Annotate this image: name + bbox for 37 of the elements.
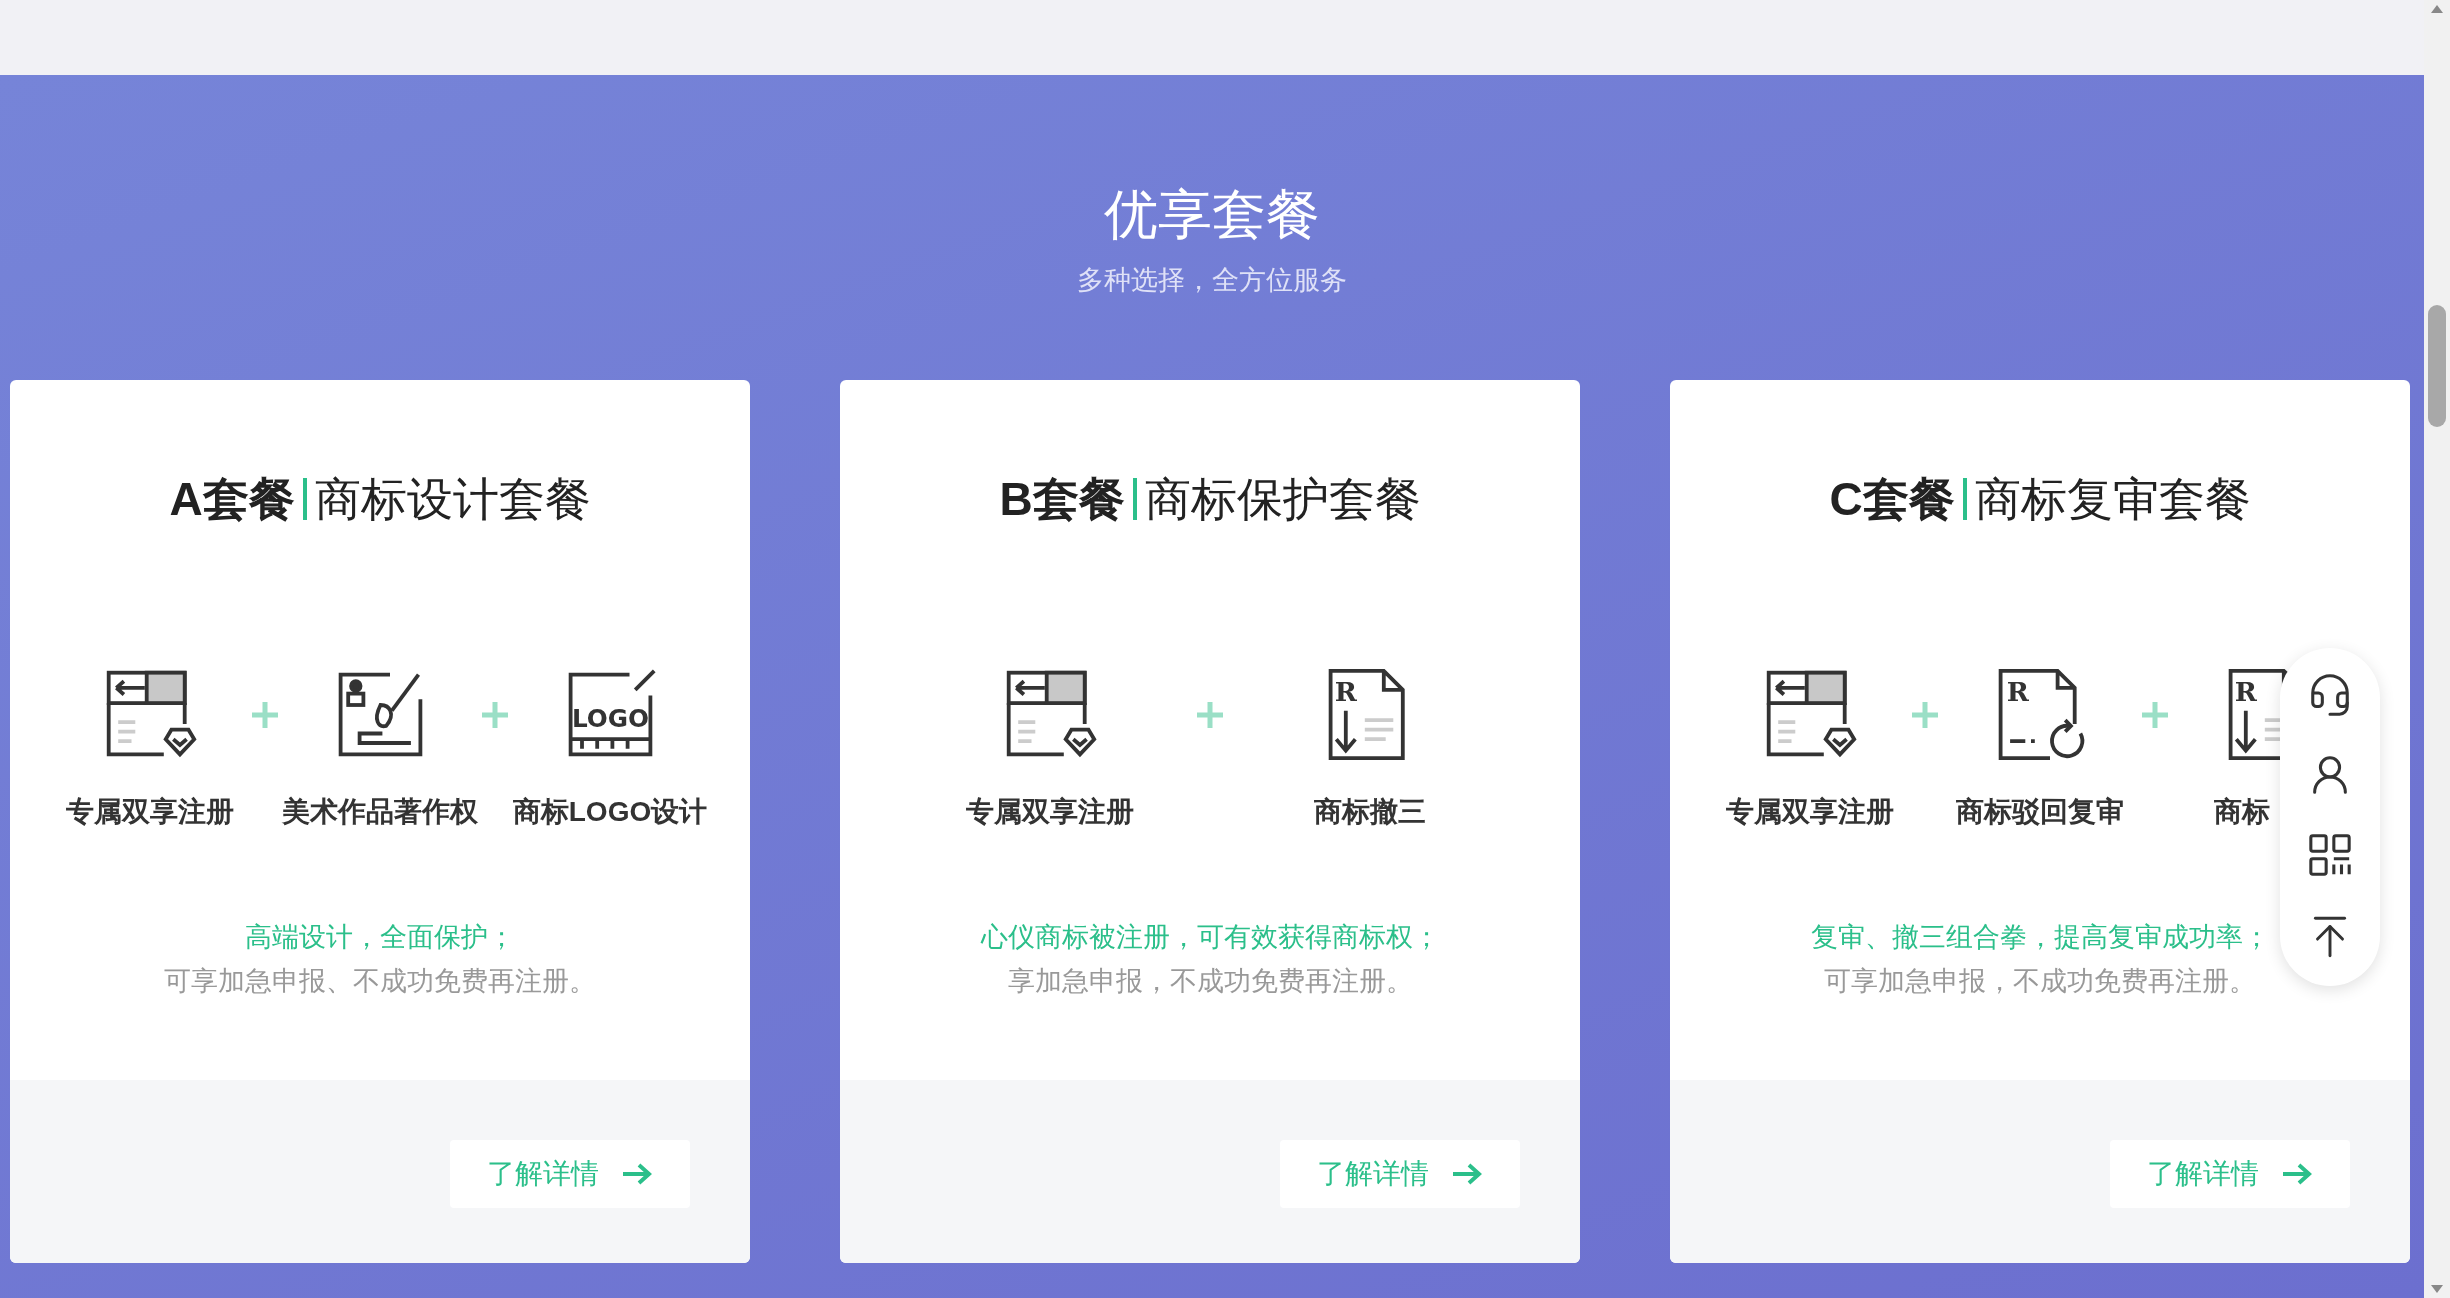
scroll-up-icon[interactable] [2430,4,2444,14]
details-button[interactable]: 了解详情 [1280,1140,1520,1208]
item-label: 商标撤三 [1314,798,1426,826]
package-highlight: 复审、撤三组合拳，提高复审成功率； [1810,921,2270,954]
package-note: 享加急申报，不成功免费再注册。 [1007,965,1413,998]
item-label: 专属双享注册 [1726,798,1894,826]
plus-icon [1195,699,1225,730]
scroll-down-icon[interactable] [2430,1284,2444,1294]
qr-code-icon[interactable] [2307,832,2353,878]
details-button[interactable]: 了解详情 [2110,1140,2350,1208]
plus-icon [250,699,280,730]
section-subtitle: 多种选择，全方位服务 [1077,267,1347,294]
item-label: 专属双享注册 [66,798,234,826]
arrow-right-icon [1451,1162,1483,1186]
package-note: 可享加急申报、不成功免费再注册。 [164,965,596,998]
section-title: 优享套餐 [1104,187,1320,241]
package-name: 商标保护套餐 [1144,476,1421,522]
package-code: A套餐 [169,476,295,522]
plus-icon [480,699,510,730]
package-code: C套餐 [1829,476,1955,522]
item-label: 商标LOGO设计 [512,798,708,826]
plus-icon [1910,699,1940,730]
package-highlight: 高端设计，全面保护； [245,921,515,954]
item-label: 商标驳回复审 [1956,798,2124,826]
scroll-thumb[interactable] [2428,305,2446,427]
item-label: 美术作品著作权 [282,798,478,826]
package-note: 可享加急申报，不成功免费再注册。 [1824,965,2256,998]
plus-icon [2140,699,2170,730]
package-name: 商标复审套餐 [1974,476,2251,522]
package-name: 商标设计套餐 [314,476,591,522]
package-code: B套餐 [999,476,1125,522]
details-button[interactable]: 了解详情 [450,1140,690,1208]
item-label: 商标 [2214,798,2271,826]
arrow-right-icon [2281,1162,2313,1186]
item-label: 专属双享注册 [966,798,1134,826]
arrow-right-icon [621,1162,653,1186]
package-highlight: 心仪商标被注册，可有效获得商标权； [980,921,1440,954]
